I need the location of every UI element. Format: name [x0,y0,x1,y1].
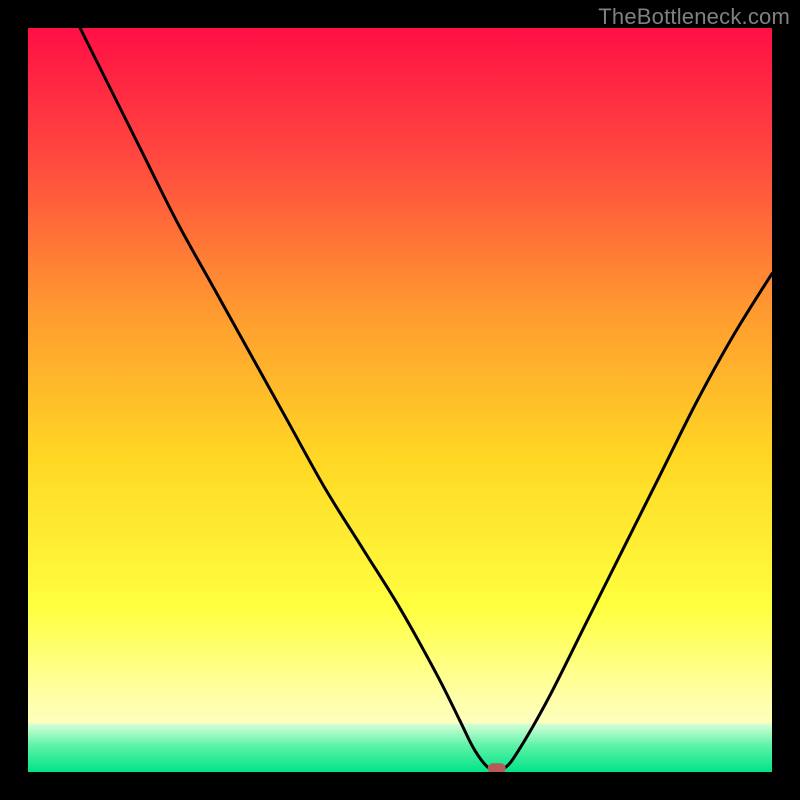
chart-frame: TheBottleneck.com [0,0,800,800]
green-safe-band [28,724,772,772]
plot-area [28,28,772,772]
current-config-marker [488,763,506,772]
bottleneck-curve-chart [28,28,772,772]
gradient-background [28,28,772,772]
watermark-text: TheBottleneck.com [598,4,790,30]
